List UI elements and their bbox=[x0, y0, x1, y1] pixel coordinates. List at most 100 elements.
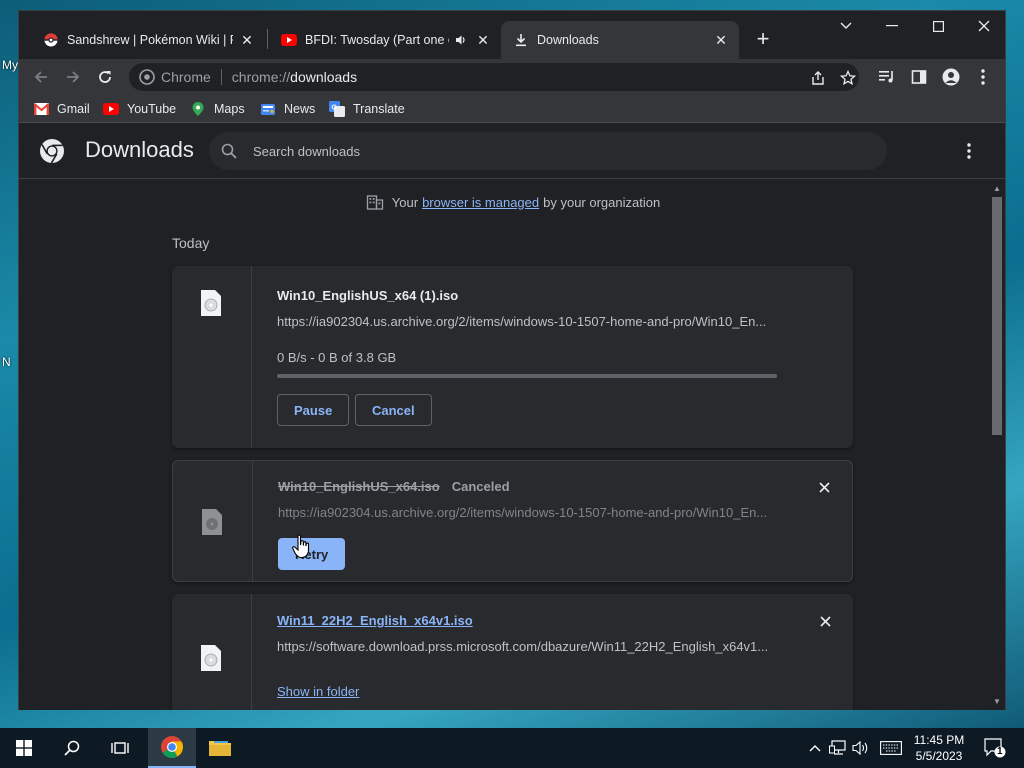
youtube-icon bbox=[281, 32, 297, 48]
share-icon[interactable] bbox=[809, 69, 827, 87]
close-icon[interactable]: ✕ bbox=[713, 32, 729, 48]
youtube-icon bbox=[103, 101, 119, 117]
scroll-thumb[interactable] bbox=[992, 197, 1002, 435]
file-name: Win10_EnglishUS_x64.iso bbox=[278, 479, 440, 494]
minimize-button[interactable] bbox=[869, 11, 915, 41]
managed-link[interactable]: browser is managed bbox=[422, 195, 539, 210]
bookmark-maps[interactable]: Maps bbox=[190, 100, 245, 118]
toolbar: Chrome chrome://downloads bbox=[19, 59, 1005, 95]
gmail-icon bbox=[33, 101, 49, 117]
bookmark-label: Maps bbox=[214, 102, 245, 116]
file-name-link[interactable]: Win11_22H2_English_x64v1.iso bbox=[277, 613, 473, 628]
menu-icon[interactable] bbox=[967, 61, 999, 93]
task-view-icon[interactable] bbox=[96, 728, 144, 768]
back-button[interactable] bbox=[25, 61, 57, 93]
download-icon bbox=[513, 32, 529, 48]
system-clock[interactable]: 11:45 PM 5/5/2023 bbox=[906, 732, 972, 764]
search-input[interactable] bbox=[253, 143, 853, 159]
tab-search-icon[interactable] bbox=[823, 11, 869, 41]
maximize-button[interactable] bbox=[915, 11, 961, 41]
volume-icon[interactable] bbox=[852, 739, 870, 757]
download-item: Win10_EnglishUS_x64.iso Canceled https://… bbox=[172, 460, 853, 582]
tab-bfdi[interactable]: BFDI: Twosday (Part one of Two) ✕ bbox=[269, 21, 501, 59]
tab-sandshrew[interactable]: Sandshrew | Pokémon Wiki | Fandom ✕ bbox=[31, 21, 265, 59]
search-icon bbox=[221, 142, 239, 160]
managed-suffix: by your organization bbox=[543, 194, 661, 210]
bookmark-translate[interactable]: G Translate bbox=[329, 100, 405, 118]
scroll-down-icon[interactable]: ▼ bbox=[992, 696, 1002, 706]
clock-date: 5/5/2023 bbox=[915, 749, 963, 763]
bookmark-youtube[interactable]: YouTube bbox=[103, 100, 176, 118]
bookmark-label: Translate bbox=[353, 102, 405, 116]
bookmark-star-icon[interactable] bbox=[839, 69, 857, 87]
tray-chevron-up-icon[interactable] bbox=[806, 739, 824, 757]
download-item: Win10_EnglishUS_x64 (1).iso https://ia90… bbox=[172, 266, 853, 448]
profile-icon[interactable] bbox=[935, 61, 967, 93]
file-url: https://software.download.prss.microsoft… bbox=[277, 639, 769, 654]
pause-button[interactable]: Pause bbox=[277, 394, 350, 426]
remove-item-icon[interactable] bbox=[816, 479, 832, 495]
bookmark-gmail[interactable]: Gmail bbox=[33, 100, 90, 118]
date-section-label: Today bbox=[172, 235, 210, 251]
chrome-icon bbox=[139, 69, 155, 85]
close-icon[interactable]: ✕ bbox=[239, 32, 255, 48]
file-url: https://ia902304.us.archive.org/2/items/… bbox=[277, 314, 767, 329]
url-host: downloads bbox=[290, 69, 358, 85]
building-icon bbox=[366, 195, 383, 210]
svg-text:G: G bbox=[332, 105, 338, 112]
search-box[interactable] bbox=[209, 132, 887, 170]
downloads-page: Downloads Your browser is managed by you… bbox=[19, 123, 1005, 710]
taskbar: 11:45 PM 5/5/2023 1 bbox=[0, 728, 1024, 768]
new-tab-button[interactable]: + bbox=[749, 25, 777, 53]
downloads-header: Downloads bbox=[19, 123, 1005, 179]
speaker-icon[interactable] bbox=[453, 32, 469, 48]
hand-cursor-icon bbox=[292, 534, 310, 559]
tab-title: Downloads bbox=[537, 33, 599, 47]
managed-prefix: Your bbox=[391, 194, 419, 210]
file-name: Win10_EnglishUS_x64 (1).iso bbox=[277, 288, 459, 303]
side-panel-icon[interactable] bbox=[903, 61, 935, 93]
notification-center-icon[interactable]: 1 bbox=[984, 738, 1006, 758]
tab-strip: Sandshrew | Pokémon Wiki | Fandom ✕ BFDI… bbox=[19, 11, 1005, 59]
network-icon[interactable] bbox=[829, 739, 847, 757]
chrome-taskbar-icon[interactable] bbox=[148, 728, 196, 768]
managed-notice: Your browser is managed by your organiza… bbox=[19, 193, 1005, 211]
maps-icon bbox=[190, 101, 206, 117]
bookmarks-bar: Gmail YouTube Maps News G Translate bbox=[19, 95, 1005, 123]
file-explorer-icon[interactable] bbox=[196, 728, 244, 768]
disc-file-icon bbox=[201, 645, 221, 671]
bookmark-label: Gmail bbox=[57, 102, 90, 116]
disc-file-icon bbox=[201, 290, 221, 316]
keyboard-icon[interactable] bbox=[880, 739, 902, 757]
scrollbar[interactable]: ▲ ▼ bbox=[989, 179, 1005, 710]
desktop-icon-label[interactable]: My bbox=[2, 58, 18, 72]
more-options-icon[interactable] bbox=[959, 141, 979, 161]
translate-icon: G bbox=[329, 101, 345, 117]
bookmark-label: YouTube bbox=[127, 102, 177, 116]
tab-title: Sandshrew | Pokémon Wiki | Fandom bbox=[67, 33, 233, 47]
search-icon[interactable] bbox=[48, 728, 96, 768]
media-control-icon[interactable] bbox=[871, 61, 903, 93]
bookmark-label: News bbox=[284, 102, 316, 116]
notification-count: 1 bbox=[997, 746, 1003, 757]
desktop-icon-label[interactable]: N bbox=[2, 355, 11, 369]
tab-downloads[interactable]: Downloads ✕ bbox=[501, 21, 739, 59]
window-close-button[interactable] bbox=[961, 11, 1007, 41]
close-icon[interactable]: ✕ bbox=[475, 32, 491, 48]
url-scheme: chrome:// bbox=[231, 69, 291, 85]
bookmark-news[interactable]: News bbox=[260, 100, 315, 118]
page-title: Downloads bbox=[85, 137, 194, 162]
pokeball-icon bbox=[43, 32, 59, 48]
progress-bar bbox=[277, 374, 777, 378]
remove-item-icon[interactable] bbox=[817, 613, 833, 629]
cancel-button[interactable]: Cancel bbox=[355, 394, 432, 426]
chrome-window: Sandshrew | Pokémon Wiki | Fandom ✕ BFDI… bbox=[18, 10, 1006, 710]
forward-button[interactable] bbox=[57, 61, 89, 93]
address-bar[interactable]: Chrome chrome://downloads bbox=[129, 63, 859, 91]
canceled-label: Canceled bbox=[451, 479, 510, 494]
omnibox-chip: Chrome bbox=[161, 69, 211, 85]
reload-button[interactable] bbox=[89, 61, 121, 93]
scroll-up-icon[interactable]: ▲ bbox=[992, 183, 1002, 193]
start-button[interactable] bbox=[0, 728, 48, 768]
show-in-folder-link[interactable]: Show in folder bbox=[277, 684, 359, 699]
